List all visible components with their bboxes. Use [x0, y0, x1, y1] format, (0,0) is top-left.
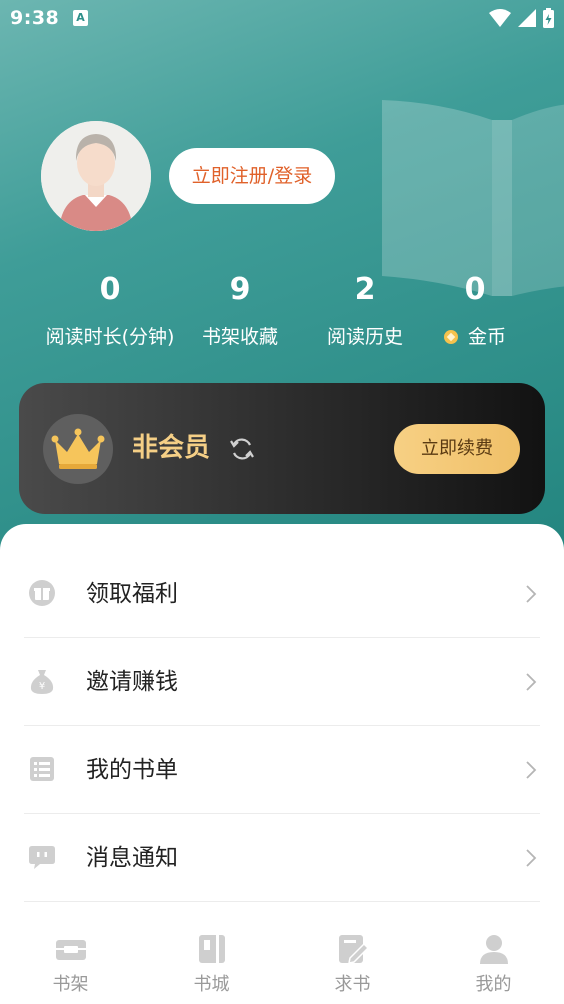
vip-status: 非会员: [132, 433, 211, 463]
menu-label: 邀请赚钱: [86, 669, 178, 695]
renew-button[interactable]: 立即续费: [394, 424, 520, 474]
keyboard-indicator-icon: A: [73, 10, 88, 26]
chevron-right-icon: [526, 673, 537, 691]
gift-icon: [29, 580, 55, 606]
bottom-nav: 书架 书城 求书 我的: [0, 920, 564, 1004]
nav-item-mine[interactable]: 我的: [423, 920, 564, 1004]
crown-badge: [43, 414, 113, 484]
vip-card[interactable]: 非会员 立即续费: [19, 383, 545, 514]
list-icon: [30, 757, 54, 781]
nav-label: 求书: [334, 974, 371, 995]
money-bag-icon: ¥: [30, 670, 54, 694]
nav-label: 书架: [52, 974, 89, 995]
svg-text:¥: ¥: [39, 681, 45, 692]
register-login-button[interactable]: 立即注册/登录: [169, 148, 335, 204]
nav-item-request-book[interactable]: 求书: [282, 920, 423, 1004]
menu-item-notifications[interactable]: 消息通知: [24, 814, 540, 902]
nav-item-bookstore[interactable]: 书城: [141, 920, 282, 1004]
menu-item-claim-benefits[interactable]: 领取福利: [24, 550, 540, 638]
signal-icon: [518, 9, 536, 27]
chevron-right-icon: [526, 761, 537, 779]
menu-item-my-booklist[interactable]: 我的书单: [24, 726, 540, 814]
stat-reading-time[interactable]: 0 阅读时长(分钟): [35, 270, 185, 351]
refresh-icon[interactable]: [229, 436, 255, 462]
menu-label: 消息通知: [86, 845, 178, 871]
stat-label: 阅读时长(分钟): [45, 326, 175, 348]
status-bar: 9:38 A: [0, 0, 564, 38]
crown-icon: [51, 428, 105, 469]
stat-label: 金币: [467, 326, 506, 348]
menu-item-invite-earn[interactable]: ¥ 邀请赚钱: [24, 638, 540, 726]
stat-value: 0: [99, 272, 121, 307]
status-icons: [489, 8, 554, 28]
stat-value: 0: [464, 272, 486, 307]
nav-label: 书城: [193, 974, 230, 995]
menu-label: 我的书单: [86, 757, 178, 783]
menu-label: 领取福利: [86, 581, 178, 607]
nav-item-bookshelf[interactable]: 书架: [0, 920, 141, 1004]
status-time: 9:38: [10, 7, 60, 29]
profile-icon: [480, 935, 508, 964]
chevron-right-icon: [526, 849, 537, 867]
battery-icon: [543, 8, 554, 28]
coin-icon: [443, 330, 458, 344]
message-icon: [29, 846, 55, 869]
avatar[interactable]: [41, 121, 151, 231]
nav-label: 我的: [475, 974, 512, 995]
bookstore-icon: [199, 935, 225, 963]
stat-coins[interactable]: 0 金币: [400, 270, 550, 351]
request-book-icon: [339, 935, 370, 964]
stat-label-wrap: 金币: [400, 323, 550, 351]
wifi-icon: [489, 9, 511, 27]
default-avatar-icon: [41, 121, 151, 231]
chevron-right-icon: [526, 585, 537, 603]
bookshelf-icon: [56, 940, 86, 960]
